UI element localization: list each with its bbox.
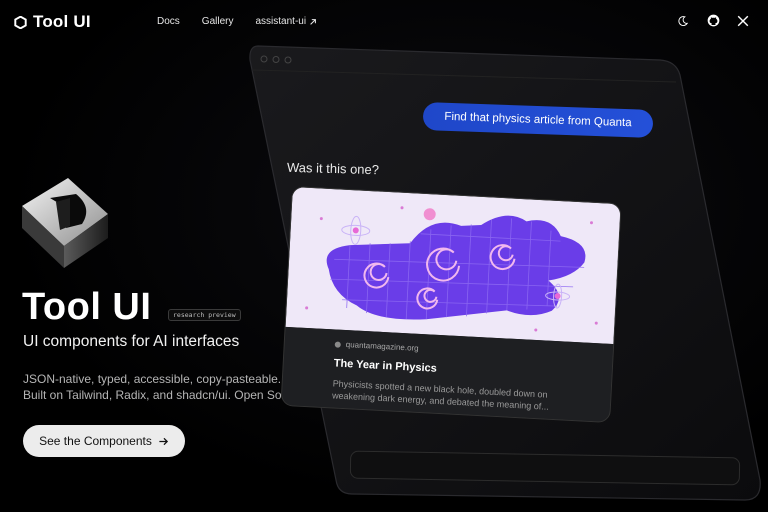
hand-galaxy-illustration [285,187,622,345]
article-image [285,187,622,345]
article-source-label: quantamagazine.org [345,340,419,353]
page: Tool UI Docs Gallery assistant-ui Tool U… [0,0,768,512]
article-title[interactable]: The Year in Physics [333,357,563,381]
article-card[interactable]: quantamagazine.org The Year in Physics P… [280,186,622,423]
assistant-message: Was it this one? [286,159,380,178]
article-source: quantamagazine.org [334,339,565,360]
globe-icon [334,340,341,348]
article-description: Physicists spotted a new black hole, dou… [331,378,550,412]
